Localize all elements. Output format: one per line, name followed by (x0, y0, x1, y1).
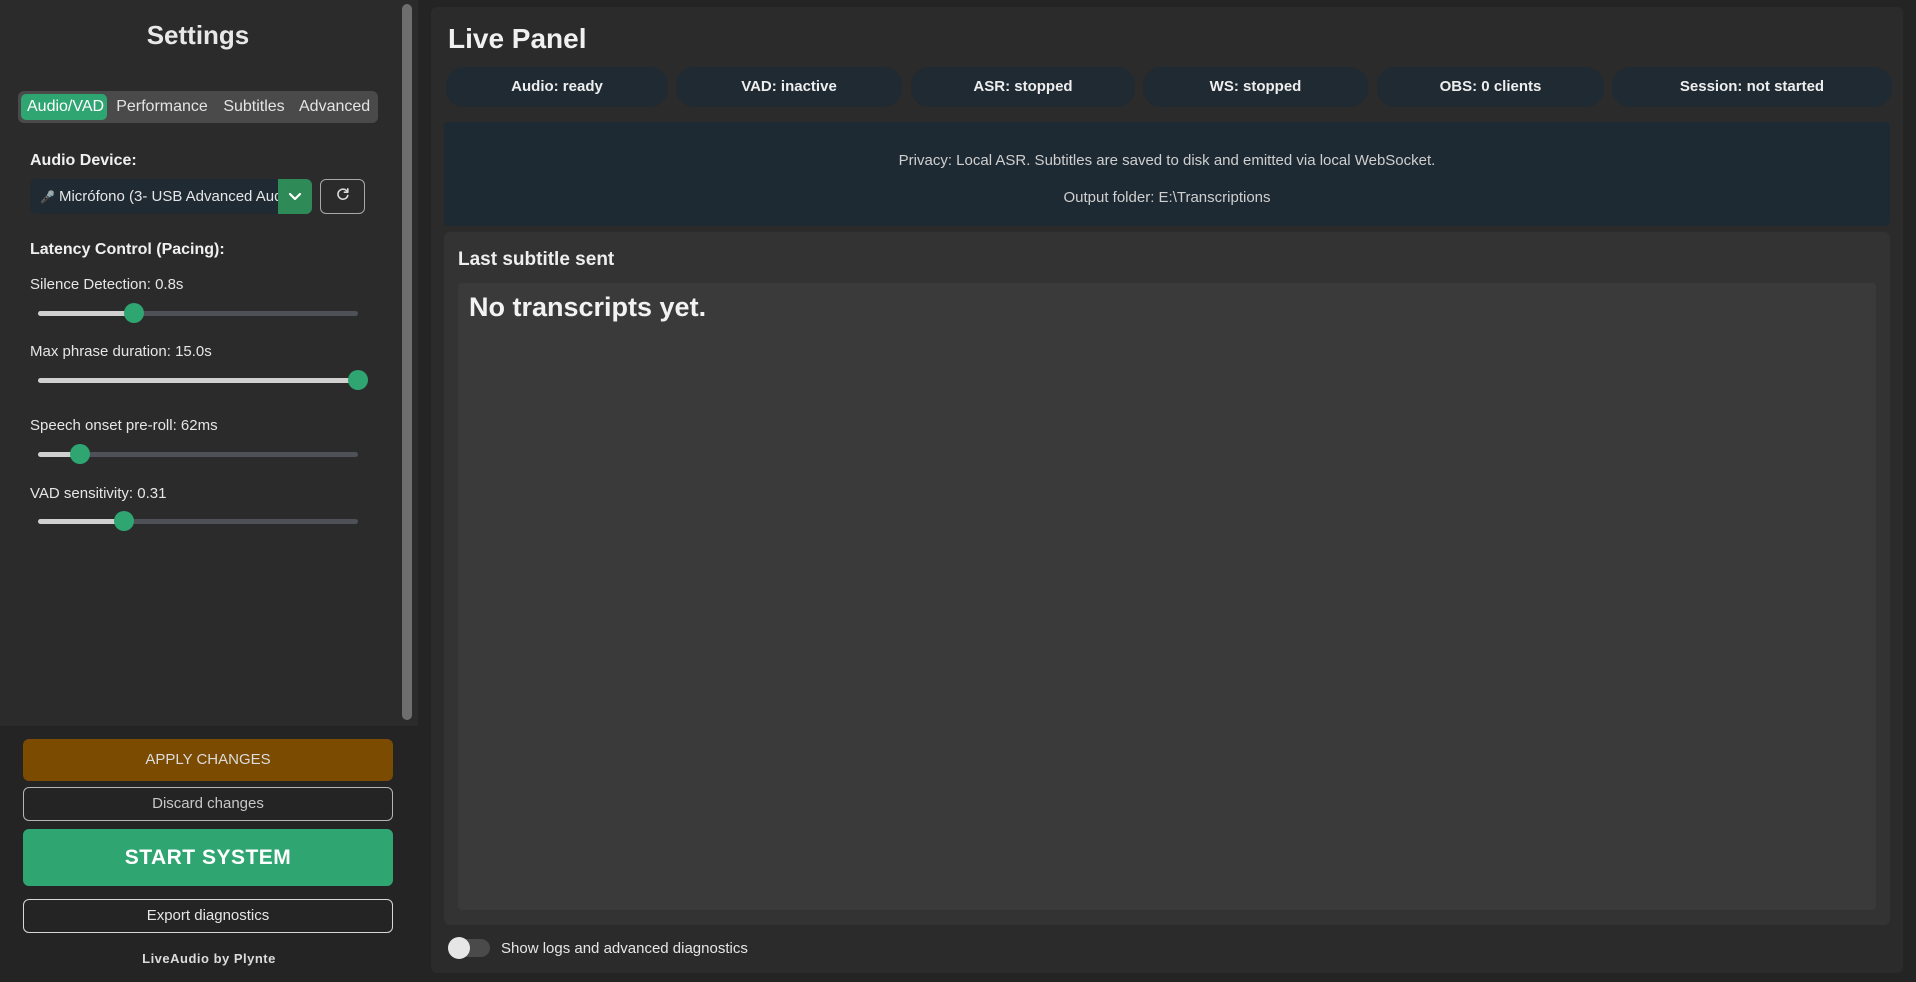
app-window: Settings Audio/VAD Performance Subtitles… (0, 0, 1916, 982)
sidebar-title: Settings (146, 20, 250, 50)
discard-changes-button[interactable]: Discard changes (23, 787, 393, 821)
start-system-button[interactable]: START SYSTEM (23, 829, 393, 886)
slider-thumb[interactable] (348, 370, 368, 390)
status-badge-ws: WS: stopped (1143, 67, 1368, 107)
page-title: Live Panel (448, 23, 587, 54)
logs-toggle-switch[interactable] (448, 937, 490, 959)
silence-detection-label: Silence Detection: 0.8s (30, 276, 184, 293)
tab-subtitles[interactable]: Subtitles (215, 94, 293, 120)
tab-audio-vad[interactable]: Audio/VAD (21, 94, 107, 120)
sidebar-scroll-area: Settings Audio/VAD Performance Subtitles… (0, 0, 418, 726)
status-badge-asr: ASR: stopped (911, 67, 1135, 107)
logs-toggle-row[interactable]: Show logs and advanced diagnostics (448, 937, 748, 959)
chevron-down-icon[interactable] (278, 179, 312, 214)
transcript-text: No transcripts yet. (469, 292, 707, 322)
sidebar-scrollbar-thumb[interactable] (402, 4, 412, 720)
audio-device-label: Audio Device: (30, 152, 137, 169)
status-badge-session: Session: not started (1612, 67, 1892, 107)
refresh-icon (335, 186, 351, 207)
latency-control-label: Latency Control (Pacing): (30, 241, 225, 258)
last-subtitle-card: Last subtitle sent No transcripts yet. (444, 232, 1890, 925)
apply-changes-button[interactable]: APPLY CHANGES (23, 739, 393, 781)
transcript-display: No transcripts yet. (458, 283, 1876, 910)
status-badge-vad: VAD: inactive (676, 67, 902, 107)
silence-detection-slider[interactable] (38, 303, 358, 323)
microphone-icon: 🎤 (40, 190, 55, 204)
live-panel: Live Panel Audio: ready VAD: inactive AS… (431, 7, 1903, 973)
audio-device-value: Micrófono (3- USB Advanced Audio Device) (58, 188, 278, 205)
status-pills: Audio: ready VAD: inactive ASR: stopped … (446, 67, 1892, 107)
output-folder-text: Output folder: E:\Transcriptions (1063, 189, 1271, 206)
slider-thumb[interactable] (114, 511, 134, 531)
toggle-knob (448, 937, 470, 959)
max-phrase-duration-slider[interactable] (38, 370, 368, 390)
status-badge-obs: OBS: 0 clients (1377, 67, 1604, 107)
slider-fill (38, 378, 358, 383)
audio-device-value-wrap: 🎤Micrófono (3- USB Advanced Audio Device… (40, 179, 278, 214)
slider-fill (38, 311, 134, 316)
speech-onset-preroll-slider[interactable] (38, 444, 358, 464)
audio-device-select[interactable]: 🎤Micrófono (3- USB Advanced Audio Device… (30, 179, 312, 214)
slider-thumb[interactable] (124, 303, 144, 323)
status-badge-audio: Audio: ready (446, 67, 668, 107)
brand-footer: LiveAudio by Plynte (142, 951, 276, 966)
export-diagnostics-button[interactable]: Export diagnostics (23, 899, 393, 933)
tab-advanced[interactable]: Advanced (293, 94, 375, 120)
refresh-devices-button[interactable] (320, 179, 365, 214)
privacy-info-box: Privacy: Local ASR. Subtitles are saved … (444, 122, 1890, 226)
settings-tabbar: Audio/VAD Performance Subtitles Advanced (18, 91, 378, 123)
last-subtitle-heading: Last subtitle sent (458, 249, 615, 270)
tab-performance[interactable]: Performance (109, 94, 215, 120)
privacy-text: Privacy: Local ASR. Subtitles are saved … (898, 152, 1436, 169)
settings-sidebar: Settings Audio/VAD Performance Subtitles… (0, 0, 418, 982)
speech-onset-preroll-label: Speech onset pre-roll: 62ms (30, 417, 218, 434)
slider-thumb[interactable] (70, 444, 90, 464)
slider-fill (38, 519, 124, 524)
max-phrase-duration-label: Max phrase duration: 15.0s (30, 343, 212, 360)
vad-sensitivity-slider[interactable] (38, 511, 358, 531)
vad-sensitivity-label: VAD sensitivity: 0.31 (30, 485, 167, 502)
logs-toggle-label: Show logs and advanced diagnostics (501, 939, 748, 957)
